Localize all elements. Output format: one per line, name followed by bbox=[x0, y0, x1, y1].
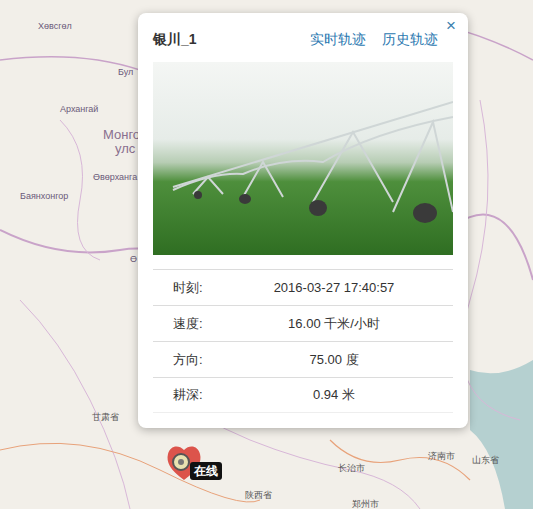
map-label: 陕西省 bbox=[245, 491, 272, 501]
map-label: 济南市 bbox=[428, 452, 455, 462]
row-value: 0.94 米 bbox=[235, 385, 453, 405]
map[interactable]: Хөвсгөл Бул Архангай Монгоулс Өвөрханга Баянх… bbox=[0, 0, 533, 509]
info-row: 方向:75.00 度 bbox=[153, 341, 453, 377]
row-label: 时刻: bbox=[153, 278, 235, 298]
map-label: 山东省 bbox=[472, 456, 499, 466]
map-label: Ө bbox=[130, 255, 137, 265]
history-track-link[interactable]: 历史轨迹 bbox=[382, 29, 438, 50]
map-label: 甘肃省 bbox=[92, 413, 119, 423]
map-label: Монго bbox=[103, 128, 140, 142]
map-label: 郑州市 bbox=[352, 500, 379, 509]
map-label: Бул bbox=[118, 68, 133, 78]
info-row: 时刻:2016-03-27 17:40:57 bbox=[153, 269, 453, 305]
info-row: 耕深:0.94 米 bbox=[153, 377, 453, 413]
info-popup: 银川_1 实时轨迹历史轨迹 × bbox=[138, 13, 468, 428]
close-button[interactable]: × bbox=[442, 15, 460, 36]
row-label: 耕深: bbox=[153, 385, 235, 405]
map-label: Архангай bbox=[60, 105, 98, 115]
status-badge: 在线 bbox=[190, 462, 222, 480]
map-label: Баянхонгор bbox=[20, 192, 68, 202]
map-label: 长治市 bbox=[338, 464, 365, 474]
row-value: 75.00 度 bbox=[235, 350, 453, 370]
row-value: 2016-03-27 17:40:57 bbox=[235, 278, 453, 298]
device-marker[interactable]: 在线 bbox=[164, 440, 234, 486]
row-label: 速度: bbox=[153, 314, 235, 334]
realtime-track-link[interactable]: 实时轨迹 bbox=[310, 29, 366, 50]
info-row: 速度:16.00 千米/小时 bbox=[153, 305, 453, 341]
device-photo bbox=[153, 62, 453, 255]
map-label: Хөвсгөл bbox=[38, 22, 72, 32]
row-value: 16.00 千米/小时 bbox=[235, 314, 453, 334]
row-label: 方向: bbox=[153, 350, 235, 370]
map-label: Өвөрханга bbox=[93, 173, 137, 183]
map-label: улс bbox=[115, 142, 135, 156]
popup-title: 银川_1 bbox=[153, 29, 197, 50]
